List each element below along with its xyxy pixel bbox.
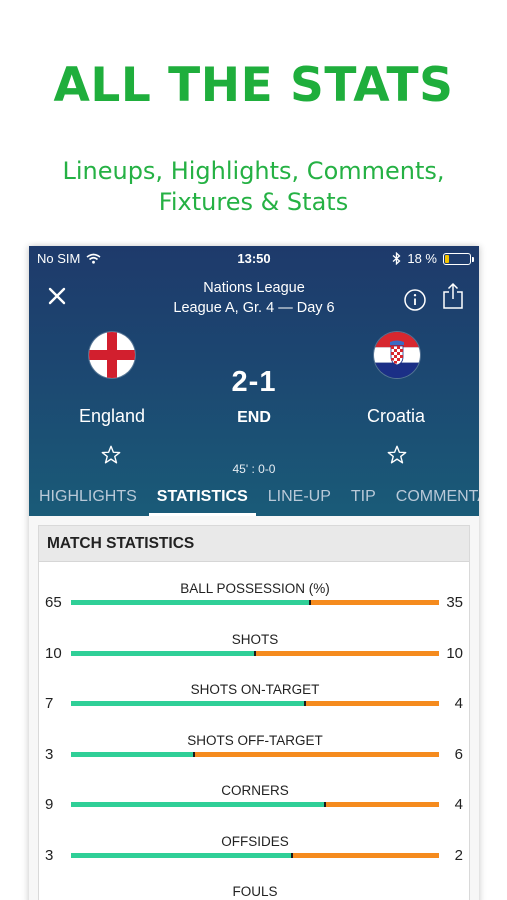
- bluetooth-icon: [392, 252, 401, 265]
- stat-label: FOULS: [232, 884, 278, 899]
- share-icon[interactable]: [441, 282, 465, 310]
- stat-bar: [71, 802, 439, 807]
- stat-row: BALL POSSESSION (%) 65 35: [39, 581, 471, 631]
- match-score: 2-1: [231, 366, 277, 398]
- stat-away-value: 10: [446, 644, 463, 662]
- stat-bar-home: [71, 852, 291, 858]
- status-right: 18 %: [392, 251, 474, 266]
- stat-row: CORNERS 9 4: [39, 783, 471, 833]
- stat-row: FOULS911: [39, 884, 471, 900]
- status-bar: No SIM 13:50 18 %: [29, 246, 479, 270]
- stat-label: SHOTS: [231, 631, 279, 647]
- stat-bar: [71, 600, 439, 605]
- promo-subtitle: Lineups, Highlights, Comments, Fixtures …: [0, 156, 507, 218]
- promo-subtitle-line-1: Lineups, Highlights, Comments,: [62, 157, 445, 185]
- stat-away-value: 4: [454, 796, 463, 813]
- tab-bar: HIGHLIGHTS STATISTICS LINE-UP TIP COMMENTA: [29, 484, 479, 516]
- tab-line-up[interactable]: LINE-UP: [268, 484, 331, 516]
- stat-bar-away: [306, 701, 439, 706]
- stat-bar-home: [71, 600, 309, 605]
- stat-home-value: 3: [45, 745, 54, 763]
- stat-bar-away: [256, 650, 439, 656]
- tab-tip[interactable]: TIP: [351, 484, 376, 516]
- stat-bar: [71, 852, 439, 858]
- stat-row: SHOTS 10 10: [39, 632, 471, 682]
- info-icon[interactable]: [403, 288, 427, 312]
- stat-bar-home: [71, 650, 254, 656]
- match-statistics-header: MATCH STATISTICS: [39, 526, 469, 562]
- stat-row: SHOTS OFF-TARGET 3 6: [39, 733, 471, 783]
- battery-percent: 18 %: [407, 251, 437, 266]
- stat-bar-home: [71, 751, 193, 757]
- stat-label: BALL POSSESSION (%): [180, 581, 330, 596]
- phone-screen: No SIM 13:50 18 % Nations League League …: [29, 246, 479, 900]
- stat-bar-away: [311, 600, 439, 605]
- stat-away-value: 35: [446, 594, 463, 611]
- match-statistics-card: MATCH STATISTICS BALL POSSESSION (%) 65 35…: [38, 525, 470, 900]
- stat-bar-away: [326, 802, 439, 807]
- stat-bar-home: [71, 701, 304, 706]
- halftime-score: 45' : 0-0: [232, 462, 276, 476]
- stat-label: OFFSIDES: [221, 833, 289, 849]
- stat-bar-away: [195, 751, 439, 757]
- tab-highlights[interactable]: HIGHLIGHTS: [39, 484, 137, 516]
- stat-away-value: 2: [454, 846, 463, 864]
- stat-away-value: 6: [454, 745, 463, 763]
- match-status: END: [237, 409, 271, 426]
- promo-subtitle-line-2: Fixtures & Stats: [158, 188, 349, 216]
- tab-statistics[interactable]: STATISTICS: [148, 484, 256, 516]
- stat-bar: [71, 650, 439, 656]
- battery-icon: [443, 252, 474, 265]
- stat-bar-away: [293, 852, 439, 858]
- stat-home-value: 9: [45, 796, 54, 813]
- stat-row: SHOTS ON-TARGET 7 4: [39, 682, 471, 732]
- stat-row: OFFSIDES 3 2: [39, 834, 471, 884]
- stat-label: CORNERS: [221, 783, 289, 798]
- promo-title: ALL THE STATS: [53, 58, 454, 113]
- stat-label: SHOTS ON-TARGET: [190, 682, 320, 697]
- tab-commenta[interactable]: COMMENTA: [396, 484, 479, 516]
- stat-bar-home: [71, 802, 324, 807]
- stat-home-value: 10: [45, 644, 62, 662]
- stat-home-value: 7: [45, 695, 54, 712]
- stat-bar: [71, 701, 439, 706]
- stat-away-value: 4: [454, 695, 463, 712]
- stat-label: SHOTS OFF-TARGET: [187, 732, 323, 748]
- stat-bar: [71, 751, 439, 757]
- match-header: No SIM 13:50 18 % Nations League League …: [29, 246, 479, 516]
- stat-home-value: 3: [45, 846, 54, 864]
- stat-home-value: 65: [45, 594, 62, 611]
